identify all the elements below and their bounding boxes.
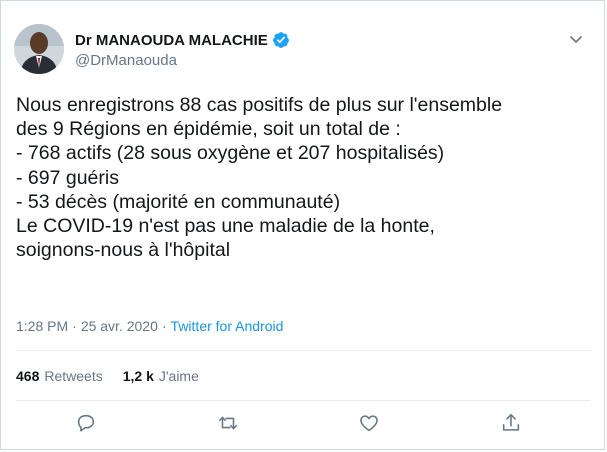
likes-stat[interactable]: 1,2 k J'aime [123,368,199,384]
display-name[interactable]: Dr MANAOUDA MALACHIE [75,32,268,49]
tweet-text: Nous enregistrons 88 cas positifs de plu… [16,94,503,262]
chevron-down-icon[interactable] [568,31,584,47]
avatar-photo [14,24,64,74]
meta-separator: · [161,318,167,334]
author-name-row[interactable]: Dr MANAOUDA MALACHIE [75,31,290,49]
retweet-button[interactable] [217,412,241,436]
tweet-stats: 468 Retweets 1,2 k J'aime [16,368,219,384]
tweet-time[interactable]: 1:28 PM [16,318,68,334]
avatar[interactable] [14,24,64,74]
meta-separator: · [72,318,77,334]
verified-badge-icon [272,31,290,49]
share-icon [502,413,520,431]
tweet-actions [1,412,606,438]
retweets-label: Retweets [44,368,103,384]
tweet-card: Dr MANAOUDA MALACHIE @DrManaouda Nous en… [0,0,605,450]
tweet-source-link[interactable]: Twitter for Android [171,318,284,334]
divider [16,400,591,401]
retweet-icon [218,416,238,430]
divider [16,350,591,351]
retweets-count: 468 [16,368,40,384]
likes-label: J'aime [158,368,199,384]
reply-button[interactable] [75,412,99,436]
retweets-stat[interactable]: 468 Retweets [16,368,103,384]
user-handle[interactable]: @DrManaouda [75,52,177,69]
likes-count: 1,2 k [122,368,154,384]
heart-icon [360,415,378,432]
tweet-date[interactable]: 25 avr. 2020 [81,318,158,334]
share-button[interactable] [500,412,524,436]
reply-icon [77,414,95,432]
tweet-meta: 1:28 PM · 25 avr. 2020 · Twitter for And… [16,318,283,334]
like-button[interactable] [358,412,382,436]
